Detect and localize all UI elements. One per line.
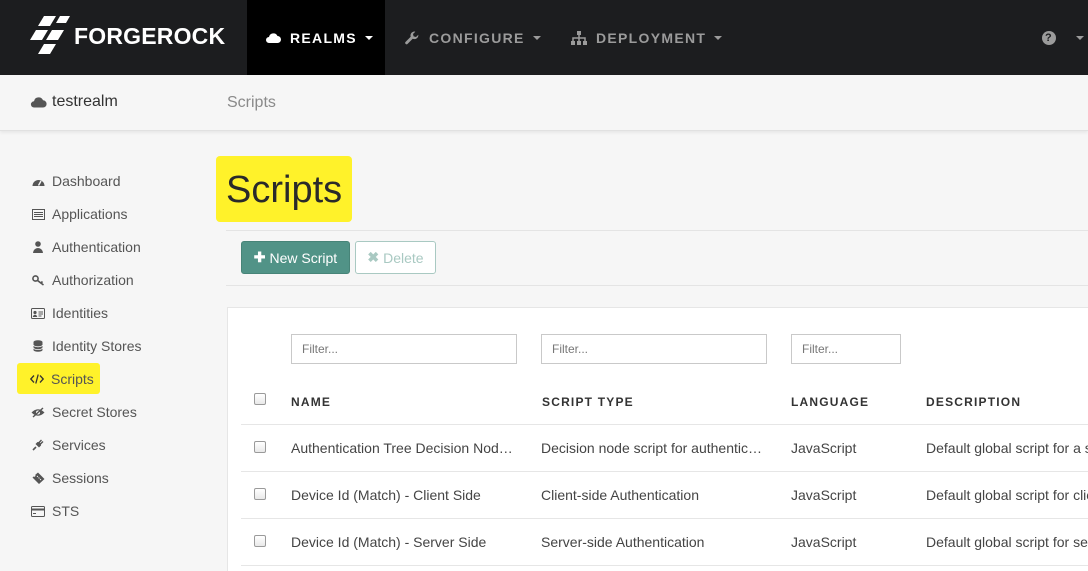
cloud-icon [265, 30, 281, 46]
sidebar-item-sts[interactable]: STS [24, 497, 85, 525]
sidebar-item-dashboard[interactable]: Dashboard [24, 167, 127, 195]
sidebar-item-label: Authentication [52, 239, 141, 255]
sidebar-item-label: STS [52, 503, 80, 519]
sidebar-item-label: Authorization [52, 272, 134, 288]
nav-deployment-label: DEPLOYMENT [596, 29, 707, 46]
table-cell-script-type: Server-side Authentication [541, 534, 705, 550]
cloud-icon [30, 97, 47, 108]
sidebar-item-identity-stores[interactable]: Identity Stores [24, 332, 148, 360]
column-header-language[interactable]: LANGUAGE [791, 395, 869, 409]
table-cell-name[interactable]: Device Id (Match) - Server Side [291, 534, 521, 550]
times-icon: ✖ [367, 249, 380, 265]
brand-name: FORGEROCK [74, 22, 226, 49]
column-header-script-type[interactable]: SCRIPT TYPE [542, 395, 634, 409]
forgerock-mark-icon [30, 16, 70, 54]
delete-button[interactable]: ✖ Delete [355, 241, 436, 274]
plus-icon: ✚ [253, 249, 266, 265]
new-script-label: New Script [269, 249, 338, 266]
help-icon: ? [1042, 30, 1056, 45]
table-cell-script-type: Decision node script for authentic… [541, 440, 762, 456]
sidebar-item-label: Dashboard [52, 173, 121, 189]
sidebar-item-label: Applications [52, 206, 128, 222]
sidebar-item-label: Secret Stores [52, 404, 137, 420]
nav-configure[interactable]: CONFIGURE [404, 0, 541, 75]
sidebar-item-label: Services [52, 437, 106, 453]
sidebar-item-identities[interactable]: Identities [24, 299, 114, 327]
realm-label: testrealm [52, 93, 118, 110]
dashboard-icon [31, 174, 45, 188]
table-cell-language: JavaScript [791, 534, 857, 550]
sidebar-item-authorization[interactable]: Authorization [24, 266, 140, 294]
user-icon [31, 240, 45, 254]
sidebar-item-label: Scripts [51, 370, 94, 387]
column-header-description[interactable]: DESCRIPTION [926, 395, 1021, 409]
name-filter-input[interactable] [291, 334, 517, 364]
nav-deployment[interactable]: DEPLOYMENT [571, 0, 723, 75]
table-cell-script-type: Client-side Authentication [541, 487, 699, 503]
row-checkbox[interactable] [254, 535, 266, 547]
script-type-filter-input[interactable] [541, 334, 767, 364]
forgerock-logo[interactable]: FORGEROCK [30, 14, 225, 58]
plug-icon [31, 438, 45, 452]
top-navbar: FORGEROCK REALMS CONFIGURE DEPLOYMENT ? [0, 0, 1088, 75]
key-icon [31, 273, 45, 287]
nav-help[interactable]: ? [1042, 0, 1084, 75]
select-all-checkbox[interactable] [254, 393, 266, 405]
credit-card-icon [31, 504, 45, 518]
page-title: Scripts [216, 156, 353, 222]
nav-realms-label: REALMS [290, 29, 357, 46]
column-header-name[interactable]: NAME [291, 395, 331, 409]
caret-down-icon [364, 36, 373, 40]
row-divider [241, 424, 1088, 425]
table-cell-name[interactable]: Authentication Tree Decision Nod… [291, 440, 521, 456]
nav-realms[interactable]: REALMS [247, 0, 385, 75]
ticket-icon [31, 471, 45, 485]
id-card-icon [31, 306, 45, 320]
row-divider [241, 565, 1088, 566]
wrench-icon [404, 30, 420, 46]
sidebar-item-scripts[interactable]: Scripts [17, 363, 100, 394]
realm-name[interactable]: testrealm [30, 93, 118, 111]
new-script-button[interactable]: ✚ New Script [241, 241, 350, 274]
sidebar-item-secret-stores[interactable]: Secret Stores [24, 398, 143, 426]
caret-down-icon [1076, 36, 1084, 40]
caret-down-icon [532, 36, 541, 40]
sidebar-item-authentication[interactable]: Authentication [24, 233, 147, 261]
realm-subheader: testrealm Scripts [0, 75, 1088, 131]
eye-slash-icon [31, 405, 45, 419]
table-cell-language: JavaScript [791, 440, 857, 456]
row-divider [241, 518, 1088, 519]
sidebar-item-applications[interactable]: Applications [24, 200, 134, 228]
row-checkbox[interactable] [254, 488, 266, 500]
divider [226, 230, 1088, 231]
sidebar-item-sessions[interactable]: Sessions [24, 464, 115, 492]
caret-down-icon [714, 36, 723, 40]
table-cell-language: JavaScript [791, 487, 857, 503]
list-icon [31, 207, 45, 221]
sidebar-item-services[interactable]: Services [24, 431, 112, 459]
nav-configure-label: CONFIGURE [429, 29, 525, 46]
code-icon [30, 372, 44, 386]
breadcrumb: Scripts [227, 94, 276, 111]
table-cell-name[interactable]: Device Id (Match) - Client Side [291, 487, 521, 503]
language-filter-input[interactable] [791, 334, 901, 364]
divider [226, 285, 1088, 286]
sidebar-item-label: Sessions [52, 470, 109, 486]
row-divider [241, 471, 1088, 472]
database-icon [31, 339, 45, 353]
table-cell-description: Default global script for clie [926, 487, 1088, 503]
row-checkbox[interactable] [254, 441, 266, 453]
table-cell-description: Default global script for se [926, 534, 1088, 550]
delete-label: Delete [383, 249, 424, 266]
sitemap-icon [571, 30, 587, 46]
table-cell-description: Default global script for a s [926, 440, 1088, 456]
sidebar-item-label: Identity Stores [52, 338, 142, 354]
sidebar-item-label: Identities [52, 305, 109, 321]
